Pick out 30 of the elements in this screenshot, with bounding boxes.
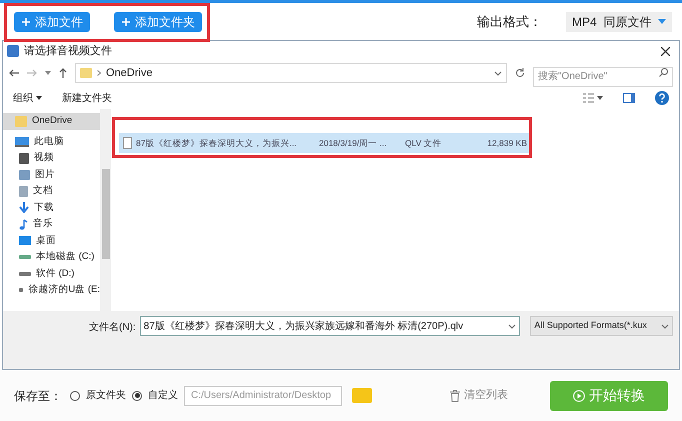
- organize-menu[interactable]: 组织: [13, 90, 42, 106]
- sidebar-item[interactable]: 视频: [3, 150, 100, 166]
- search-field[interactable]: 搜索"OneDrive": [533, 66, 673, 86]
- sidebar-item[interactable]: 此电脑: [3, 134, 100, 150]
- output-format-label: 输出格式：: [477, 12, 542, 31]
- sidebar-item[interactable]: 软件 (D:): [3, 266, 100, 282]
- file-row[interactable]: 87版《红楼梦》探春深明大义，为振兴... 2018/3/19/周一 ... QLV 文件 12,839 KB: [119, 133, 531, 153]
- table-cell: QLV 文件: [405, 138, 442, 148]
- path-text: OneDrive: [106, 66, 154, 81]
- new-folder-button[interactable]: 新建文件夹: [62, 90, 112, 106]
- sidebar-item[interactable]: 文档: [3, 183, 100, 200]
- file-type-dropdown[interactable]: All Supported Formats(*.kux: [530, 316, 673, 336]
- table-cell: 87版《红楼梦》探春深明大义，为振兴...: [136, 136, 297, 150]
- sidebar-item[interactable]: 音乐: [3, 216, 100, 232]
- output-format-dropdown[interactable]: MP4 同原文件: [566, 12, 672, 32]
- sidebar-item[interactable]: 徐越济的U盘 (E:: [3, 282, 100, 298]
- table-cell: 2018/3/19/周一 ...: [319, 138, 387, 148]
- address-bar[interactable]: OneDrive: [75, 63, 507, 83]
- sidebar-item[interactable]: 桌面: [3, 232, 100, 249]
- sidebar-item[interactable]: OneDrive: [3, 113, 100, 130]
- radio-label: 自定义: [148, 388, 178, 403]
- sidebar-item[interactable]: 下载: [3, 200, 100, 216]
- save-to-label: 保存至：: [14, 388, 62, 404]
- radio-label: 原文件夹: [86, 388, 126, 403]
- table-cell: 12,839 KB: [487, 138, 527, 148]
- filename-label: 文件名(N):: [89, 320, 136, 335]
- filename-field[interactable]: 87版《红楼梦》探春深明大义，为振兴家族远嫁和番海外 标清(270P).qlv: [140, 316, 520, 336]
- dialog-title: 请选择音视频文件: [24, 44, 113, 59]
- sidebar-item[interactable]: 图片: [3, 166, 100, 183]
- sidebar-item[interactable]: 本地磁盘 (C:): [3, 249, 100, 266]
